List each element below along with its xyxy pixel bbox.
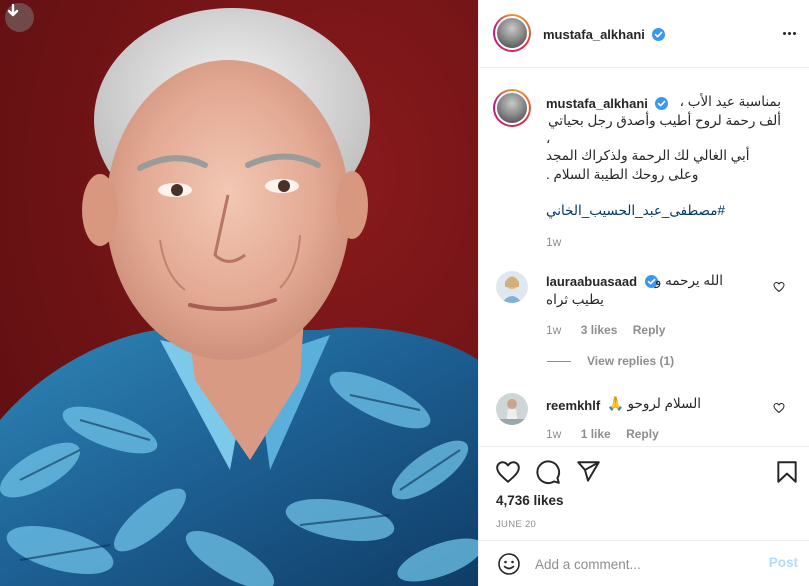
comment-1-text-line1: الله يرحمه و (654, 273, 723, 288)
comment-input[interactable] (535, 554, 755, 574)
portrait-illustration (0, 8, 478, 586)
caption-line-4: أبي الغالي لك الرحمة ولذكراك المجد (546, 148, 750, 163)
view-replies-button[interactable]: View replies (1) (547, 354, 674, 368)
caption-line-2: ألف رحمة لروح أطيب وأصدق رجل بحياتي (548, 113, 781, 128)
bookmark-icon[interactable] (774, 459, 800, 485)
caption-line-5: وعلى روحك الطيبة السلام . (546, 167, 699, 182)
caption-author-avatar[interactable] (493, 89, 531, 127)
comment-2-username[interactable]: reemkhlf (546, 398, 600, 413)
post-header: mustafa_alkhani (479, 0, 809, 68)
caption-hashtag[interactable]: #مصطفى_عبد_الحسيب_الخاني (546, 203, 725, 219)
share-icon[interactable] (575, 459, 601, 485)
author-username[interactable]: mustafa_alkhani (543, 27, 645, 42)
comment-2-likes[interactable]: 1 like (581, 427, 611, 441)
comment-icon[interactable] (535, 459, 561, 485)
caption-author-username[interactable]: mustafa_alkhani (546, 96, 648, 111)
emoji-icon[interactable] (497, 552, 521, 576)
comment-1-reply[interactable]: Reply (633, 323, 666, 337)
comment-2-text: السلام لروحو 🙏 (606, 396, 701, 411)
heart-icon[interactable] (495, 459, 521, 485)
add-comment-bar: Post (479, 540, 809, 586)
comment-1-likes[interactable]: 3 likes (581, 323, 618, 337)
likes-count[interactable]: 4,736 likes (496, 493, 564, 508)
comment-1-age: 1w (546, 323, 562, 337)
comment-1-meta: 1w 3 likes Reply (546, 323, 665, 337)
caption-line-3: ، (546, 131, 551, 146)
author-avatar[interactable] (493, 14, 531, 52)
post-sidebar: mustafa_alkhani mustafa_alkhani بمناسبة … (478, 0, 809, 586)
comment-2-age: 1w (546, 427, 562, 441)
comment-2-header: reemkhlf (546, 397, 600, 415)
comment-2-meta: 1w 1 like Reply (546, 427, 659, 441)
comment-2-like-icon[interactable] (773, 402, 785, 414)
download-button[interactable] (5, 3, 34, 32)
post-photo (0, 0, 478, 586)
post-date[interactable]: JUNE 20 (496, 519, 536, 530)
avatar (496, 271, 528, 303)
comment-1-like-icon[interactable] (773, 281, 785, 293)
download-icon (7, 3, 19, 17)
comment-avatar-reem[interactable] (496, 393, 528, 425)
verified-icon (652, 28, 666, 41)
comment-1-text-line2: يطيب ثراه (546, 292, 604, 307)
comment-1-username[interactable]: laurаabuasaad (546, 274, 637, 289)
author-name-row: mustafa_alkhani (543, 26, 666, 44)
comment-1-header: laurаabuasaad (546, 273, 658, 291)
view-replies-label: View replies (1) (587, 354, 675, 368)
caption-age: 1w (546, 235, 562, 249)
avatar (496, 393, 528, 425)
caption-author-row: mustafa_alkhani (546, 95, 669, 113)
replies-line (547, 360, 571, 362)
comment-2-reply[interactable]: Reply (626, 427, 659, 441)
comment-avatar-laura[interactable] (496, 271, 528, 303)
more-options-button[interactable] (780, 24, 798, 42)
more-icon (782, 31, 786, 35)
post-comment-button[interactable]: Post (769, 555, 798, 570)
caption-line-1: بمناسبة عيد الأب ، (679, 94, 781, 109)
verified-icon (655, 97, 669, 110)
